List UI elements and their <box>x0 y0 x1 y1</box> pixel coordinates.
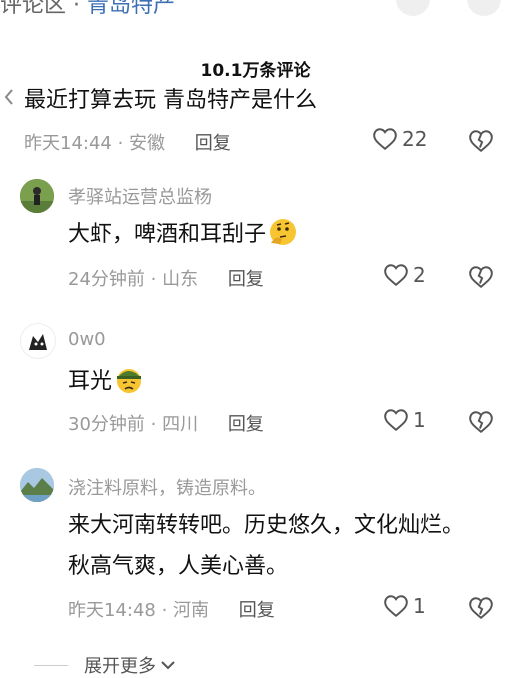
top-bar: 评论区 · 青岛特产 <box>0 0 511 18</box>
dislike-button[interactable] <box>468 264 494 294</box>
expand-more-button[interactable]: 展开更多 <box>34 652 176 678</box>
reply-button[interactable]: 回复 <box>228 269 264 290</box>
broken-heart-icon <box>469 266 493 289</box>
dislike-button[interactable] <box>468 128 494 158</box>
like-count: 1 <box>413 408 426 432</box>
comment-text-line-1: 来大河南转转吧。历史悠久，文化灿烂。 <box>68 513 465 538</box>
avatar[interactable] <box>20 179 54 213</box>
like-count: 22 <box>402 127 428 151</box>
heart-icon <box>373 128 397 151</box>
comment-author[interactable]: 0w0 <box>68 329 106 350</box>
top-bar-text: 评论区 · 青岛特产 <box>0 0 175 18</box>
reply-button[interactable]: 回复 <box>195 133 231 154</box>
comment-author[interactable]: 浇注料原料，铸造原料。 <box>68 474 266 500</box>
comment-meta: 30分钟前 · 四川 回复 <box>68 414 264 435</box>
dislike-button[interactable] <box>468 595 494 625</box>
top-button-1[interactable] <box>396 0 430 16</box>
broken-heart-icon <box>469 411 493 434</box>
top-button-2[interactable] <box>467 0 501 16</box>
avatar[interactable] <box>20 468 54 502</box>
reply-button[interactable]: 回复 <box>239 600 275 621</box>
broken-heart-icon <box>469 130 493 153</box>
like-button[interactable]: 22 <box>372 126 427 152</box>
like-button[interactable]: 1 <box>383 407 426 433</box>
like-button[interactable]: 1 <box>383 593 426 619</box>
like-count: 2 <box>413 263 426 287</box>
reply-button[interactable]: 回复 <box>228 414 264 435</box>
comment-text-line-2: 秋高气爽，人美心善。 <box>68 554 289 579</box>
comment-text: 最近打算去玩 青岛特产是什么 <box>24 88 317 113</box>
like-count: 1 <box>413 594 426 618</box>
comment-text: 大虾，啤酒和耳刮子 <box>68 217 298 258</box>
like-button[interactable]: 2 <box>383 262 426 288</box>
comment-count: 10.1万条评论 <box>200 61 311 81</box>
heart-icon <box>384 409 408 432</box>
broken-heart-icon <box>469 597 493 620</box>
expand-divider <box>34 664 68 666</box>
heart-icon <box>384 595 408 618</box>
comment-meta: 24分钟前 · 山东 回复 <box>68 269 264 290</box>
comment-author[interactable]: 孝驿站运营总监杨 <box>68 183 212 209</box>
chevron-down-icon <box>161 661 175 670</box>
comment-meta: 昨天14:44 · 安徽 回复 <box>24 133 231 154</box>
helmet-face-icon <box>114 364 144 405</box>
reply-indicator-icon <box>4 88 14 110</box>
comment-text: 耳光 <box>68 364 144 405</box>
expand-more-label: 展开更多 <box>84 656 156 677</box>
thinking-face-icon <box>268 217 298 258</box>
comment-meta: 昨天14:48 · 河南 回复 <box>68 600 275 621</box>
dislike-button[interactable] <box>468 409 494 439</box>
avatar[interactable] <box>20 323 56 359</box>
heart-icon <box>384 264 408 287</box>
